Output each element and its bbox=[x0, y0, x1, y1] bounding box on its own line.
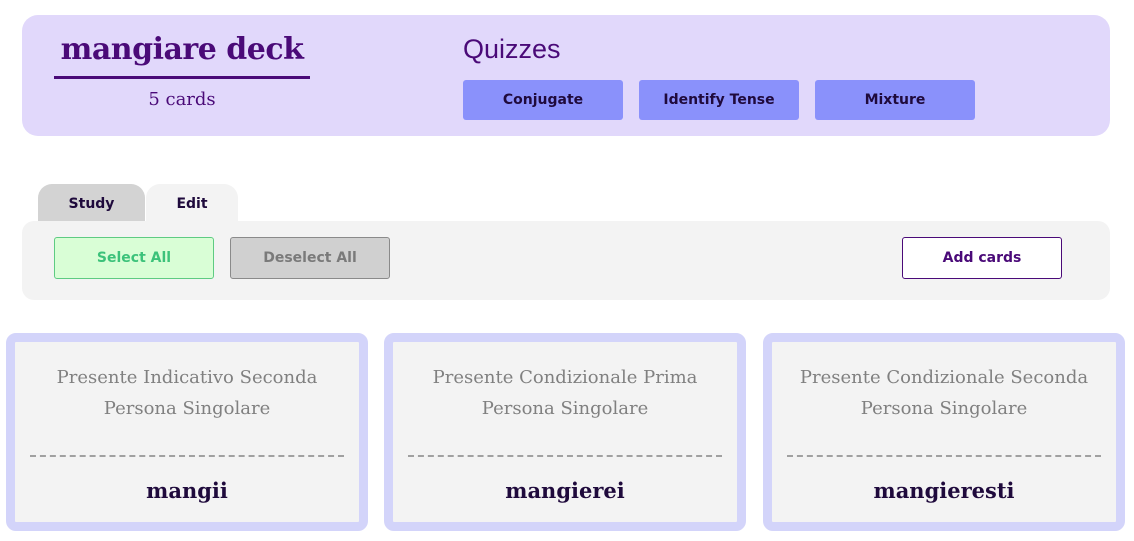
deck-title-underline bbox=[54, 76, 310, 79]
card-divider bbox=[30, 455, 344, 457]
deck-header: mangiare deck 5 cards Quizzes Conjugate … bbox=[22, 15, 1110, 136]
quizzes-heading: Quizzes bbox=[463, 34, 561, 64]
card-verb: mangieresti bbox=[873, 478, 1015, 503]
card-tense: Presente Condizionale Seconda Persona Si… bbox=[799, 367, 1089, 419]
deck-card-count: 5 cards bbox=[148, 89, 216, 110]
deselect-all-button[interactable]: Deselect All bbox=[230, 237, 390, 279]
card-divider bbox=[408, 455, 722, 457]
identify-tense-quiz-button[interactable]: Identify Tense bbox=[639, 80, 799, 120]
flashcard[interactable]: Presente Indicativo Seconda Persona Sing… bbox=[6, 333, 368, 531]
add-cards-button[interactable]: Add cards bbox=[902, 237, 1062, 279]
deck-title: mangiare deck bbox=[60, 32, 304, 67]
card-tense: Presente Indicativo Seconda Persona Sing… bbox=[56, 367, 318, 419]
flashcard[interactable]: Presente Condizionale Prima Persona Sing… bbox=[384, 333, 746, 531]
card-tense: Presente Condizionale Prima Persona Sing… bbox=[432, 367, 698, 419]
select-all-button[interactable]: Select All bbox=[54, 237, 214, 279]
tab-edit[interactable]: Edit bbox=[146, 184, 238, 224]
card-verb: mangierei bbox=[505, 478, 625, 503]
edit-toolbar: Select All Deselect All Add cards bbox=[22, 221, 1110, 300]
card-divider bbox=[787, 455, 1101, 457]
flashcard[interactable]: Presente Condizionale Seconda Persona Si… bbox=[763, 333, 1125, 531]
card-verb: mangii bbox=[146, 478, 228, 503]
tab-study[interactable]: Study bbox=[38, 184, 145, 224]
mixture-quiz-button[interactable]: Mixture bbox=[815, 80, 975, 120]
conjugate-quiz-button[interactable]: Conjugate bbox=[463, 80, 623, 120]
